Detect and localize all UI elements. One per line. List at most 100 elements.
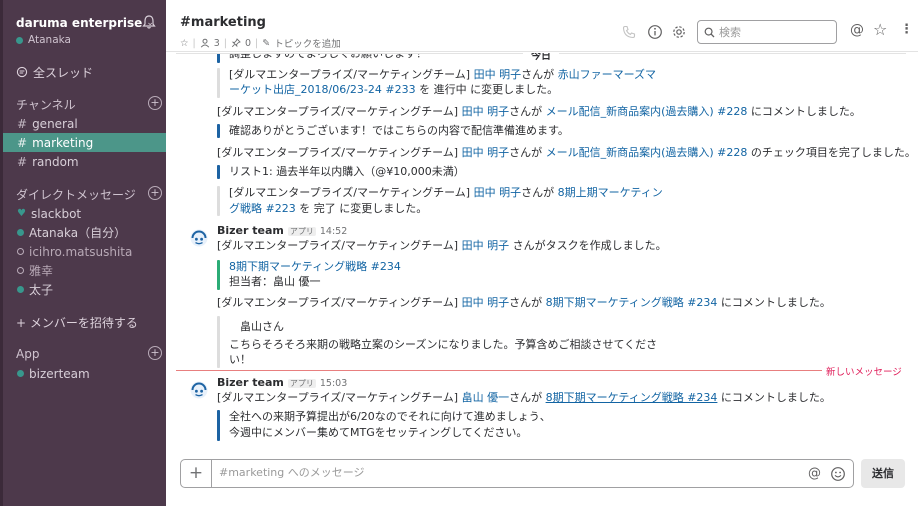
task-link[interactable]: 赤山ファーマーズマ xyxy=(558,68,656,81)
search-input[interactable] xyxy=(719,25,829,39)
message-text: [ダルマエンタープライズ/マーケティングチーム] 田中 明子 さんがタスクを作成… xyxy=(217,239,667,252)
message-time[interactable]: 14:52 xyxy=(320,226,347,237)
message-sender[interactable]: Bizer team アプリ 15:03 xyxy=(217,376,347,389)
sidebar-item-dm[interactable]: icihro.matsushita xyxy=(3,242,166,261)
send-button[interactable]: 送信 xyxy=(861,459,905,488)
pin-icon[interactable] xyxy=(231,38,241,48)
app-badge: アプリ xyxy=(287,227,316,236)
invite-members-button[interactable]: + メンバーを招待する xyxy=(16,313,166,331)
user-link[interactable]: 田中 明子 xyxy=(462,105,510,118)
user-link[interactable]: 田中 明子 xyxy=(474,68,522,81)
task-link[interactable]: グ戦略 #223 xyxy=(229,202,296,215)
channel-header: #marketing ☆ | 3 | 0 | ✎ トピックを追加 検索 @ ☆ … xyxy=(166,0,918,52)
bell-icon[interactable] xyxy=(141,14,157,30)
sidebar-item-marketing[interactable]: # marketing xyxy=(3,133,166,152)
message-text: グ戦略 #223 を 完了 に変更しました。 xyxy=(229,202,428,215)
quote-text: 確認ありがとうございます！ではこちらの内容で配信準備進めます。 xyxy=(229,124,569,137)
quote-bar xyxy=(217,53,220,63)
task-attachment-bar xyxy=(217,260,220,290)
message-text: [ダルマエンタープライズ/マーケティングチーム] 畠山 優一さんが 8期下期マー… xyxy=(217,391,831,404)
sidebar-item-dm[interactable]: 雅幸 xyxy=(3,261,166,280)
away-status-icon xyxy=(17,267,24,274)
user-link[interactable]: 田中 明子 xyxy=(474,186,522,199)
message-text: [ダルマエンタープライズ/マーケティングチーム] 田中 明子さんが メール配信_… xyxy=(217,105,861,118)
member-count[interactable]: 3 xyxy=(214,38,220,49)
quote-text: 畠山さん xyxy=(240,320,284,333)
threads-icon xyxy=(16,66,28,78)
sidebar-item-all-threads[interactable]: 全スレッド xyxy=(16,63,166,81)
task-link[interactable]: メール配信_新商品案内(過去購入) #228 xyxy=(546,146,748,159)
online-status-icon xyxy=(17,370,24,377)
mentions-icon[interactable]: @ xyxy=(850,22,864,38)
search-box[interactable] xyxy=(697,20,837,44)
hash-icon: # xyxy=(17,135,28,150)
new-messages-label: 新しいメッセージ xyxy=(822,364,906,378)
team-header[interactable]: daruma enterprise ⌄ Atanaka xyxy=(16,14,166,46)
hash-icon: # xyxy=(17,116,28,131)
bizer-app-avatar[interactable] xyxy=(190,229,208,247)
sidebar-item-app[interactable]: bizerteam xyxy=(3,364,166,383)
hash-icon: # xyxy=(17,154,28,169)
star-icon[interactable]: ☆ xyxy=(180,38,189,49)
task-link[interactable]: メール配信_新商品案内(過去購入) #228 xyxy=(546,105,748,118)
online-status-icon xyxy=(17,286,24,293)
add-channel-icon[interactable]: + xyxy=(148,96,162,110)
task-link[interactable]: 8期上期マーケティン xyxy=(558,186,663,199)
app-section-header[interactable]: App + xyxy=(16,345,162,363)
bizer-app-avatar[interactable] xyxy=(190,381,208,399)
info-icon[interactable] xyxy=(647,24,663,40)
attachment-bar xyxy=(217,68,220,98)
channel-meta: ☆ | 3 | 0 | ✎ トピックを追加 xyxy=(180,36,341,51)
app-badge: アプリ xyxy=(287,379,316,388)
task-link[interactable]: 8期下期マーケティング戦略 #234 xyxy=(229,260,401,274)
mention-icon[interactable]: @ xyxy=(808,466,824,482)
task-link[interactable]: ーケット出店_2018/06/23-24 #233 xyxy=(229,83,416,96)
sidebar-item-general[interactable]: # general xyxy=(3,114,166,133)
phone-icon[interactable] xyxy=(621,24,637,40)
more-icon[interactable]: ⋮ xyxy=(900,22,913,37)
current-user-status: Atanaka xyxy=(16,34,166,46)
search-icon xyxy=(704,27,715,37)
emoji-icon[interactable] xyxy=(830,466,846,482)
add-dm-icon[interactable]: + xyxy=(148,186,162,200)
sidebar-item-dm[interactable]: ♥ slackbot xyxy=(3,204,166,223)
message-text: [ダルマエンタープライズ/マーケティングチーム] 田中 明子さんが 8期上期マー… xyxy=(229,186,663,199)
channels-section-header[interactable]: チャンネル + xyxy=(16,95,162,113)
task-link[interactable]: 8期下期マーケティング戦略 #234 xyxy=(546,391,718,404)
message-input[interactable] xyxy=(219,466,779,479)
sidebar: daruma enterprise ⌄ Atanaka 全スレッド チャンネル … xyxy=(0,0,166,506)
sidebar-item-random[interactable]: # random xyxy=(3,152,166,171)
user-link[interactable]: 田中 明子 xyxy=(462,146,510,159)
message-time[interactable]: 15:03 xyxy=(320,378,347,389)
message-list[interactable]: 調整しますのでよろしくお願いします！ 今日 [ダルマエンタープライズ/マーケティ… xyxy=(166,53,918,451)
user-link[interactable]: 田中 明子 xyxy=(462,239,510,252)
task-link[interactable]: 8期下期マーケティング戦略 #234 xyxy=(546,296,718,309)
star-icon[interactable]: ☆ xyxy=(873,20,887,39)
quote-bar xyxy=(217,165,220,179)
gear-icon[interactable] xyxy=(671,24,687,40)
quote-bar xyxy=(217,410,220,441)
quote-text: い！ xyxy=(229,353,251,366)
sidebar-item-dm[interactable]: 太子 xyxy=(3,280,166,299)
members-icon[interactable] xyxy=(200,38,210,48)
away-status-icon xyxy=(17,248,24,255)
attach-plus-button[interactable]: + xyxy=(181,460,212,487)
quote-text: こちらそろそろ来期の戦略立案のシーズンになりました。予算含めご相談させてくださ xyxy=(229,338,658,351)
channel-title[interactable]: #marketing xyxy=(180,15,266,30)
pencil-icon: ✎ xyxy=(262,37,271,49)
message-text: 調整しますのでよろしくお願いします！ xyxy=(229,53,427,60)
message-composer[interactable]: + @ xyxy=(180,459,854,488)
new-messages-divider xyxy=(176,370,906,371)
user-link[interactable]: 田中 明子 xyxy=(462,296,510,309)
add-app-icon[interactable]: + xyxy=(148,346,162,360)
pin-count[interactable]: 0 xyxy=(245,38,251,49)
sidebar-item-dm[interactable]: Atanaka（自分） xyxy=(3,223,166,242)
message-text: ーケット出店_2018/06/23-24 #233 を 進行中 に変更しました。 xyxy=(229,83,559,96)
task-assignee: 担当者：畠山 優一 xyxy=(229,275,321,288)
add-topic-link[interactable]: トピックを追加 xyxy=(274,36,341,50)
dm-section-header[interactable]: ダイレクトメッセージ + xyxy=(16,185,162,203)
quote-text: 全社への来期予算提出が6/20なのでそれに向けて進めましょう、 xyxy=(229,410,551,423)
user-link[interactable]: 畠山 優一 xyxy=(462,391,510,404)
message-sender[interactable]: Bizer team アプリ 14:52 xyxy=(217,224,347,237)
day-divider-label: 今日 xyxy=(523,53,559,62)
